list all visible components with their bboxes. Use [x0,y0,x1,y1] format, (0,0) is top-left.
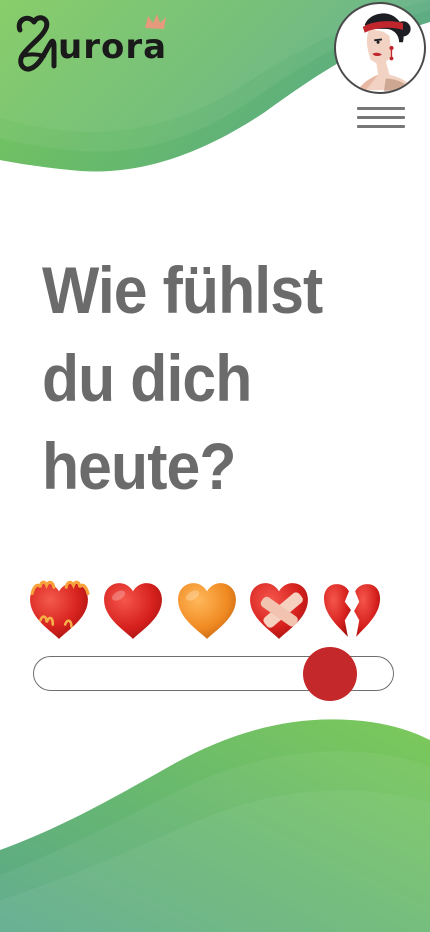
mood-option-warm[interactable] [176,578,238,642]
mood-option-love[interactable] [102,578,164,642]
mending-heart-icon [250,583,308,639]
heart-on-fire-icon [30,580,90,639]
question-line-1: Wie fühlst [42,253,323,327]
mood-option-heartbroken[interactable] [320,578,382,642]
woman-profile-icon [357,13,415,92]
aurora-logo-mark: urora [16,14,167,72]
mood-options [28,578,388,644]
mood-option-on-fire[interactable] [28,578,90,642]
mood-slider-thumb[interactable] [303,647,357,701]
svg-text:urora: urora [58,27,167,67]
mood-option-healing[interactable] [248,578,310,642]
menu-line [357,125,405,128]
hamburger-menu-button[interactable] [357,107,405,133]
question-line-3: heute? [42,429,236,503]
question-line-2: du dich [42,341,252,415]
broken-heart-icon [324,584,381,637]
menu-line [357,107,405,110]
profile-avatar[interactable] [334,2,426,94]
red-heart-icon [104,583,162,639]
aurora-logo[interactable]: urora [14,10,184,88]
menu-line [357,116,405,119]
orange-heart-icon [178,583,236,639]
bottom-wave-background [0,719,430,932]
mood-question-heading: Wie fühlst du dich heute? [42,246,373,510]
